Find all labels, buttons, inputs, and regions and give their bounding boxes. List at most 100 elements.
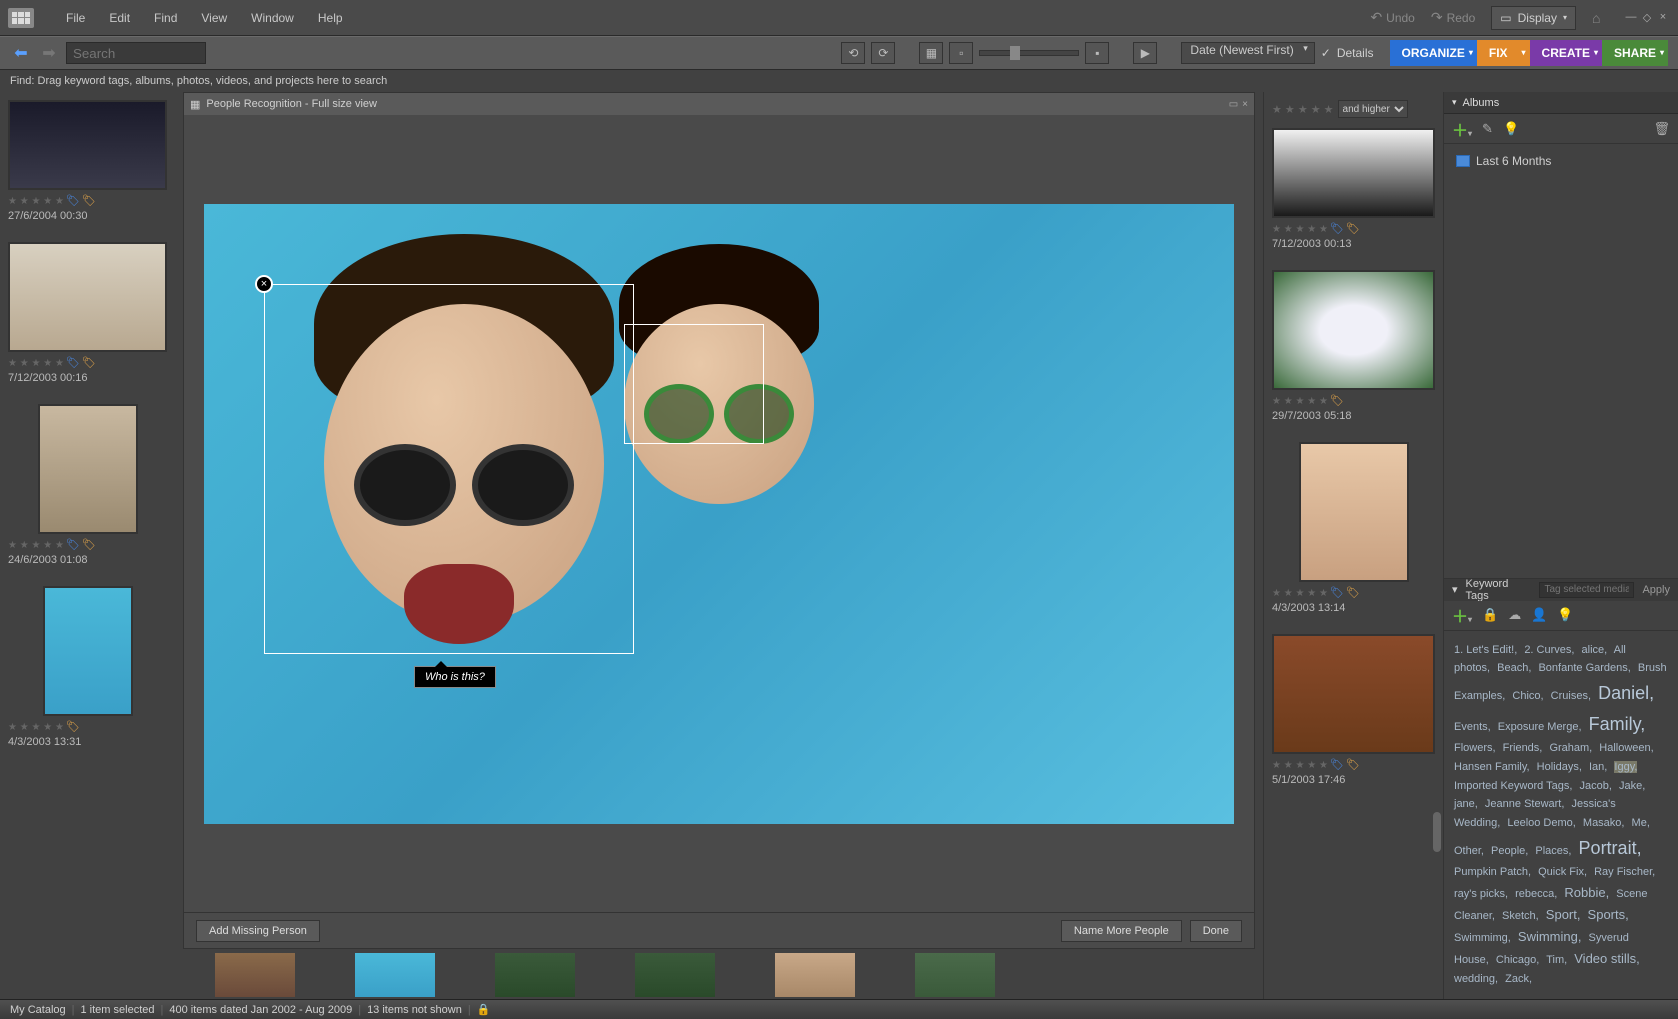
bulb-icon[interactable]: 💡 xyxy=(1503,121,1519,137)
menu-view[interactable]: View xyxy=(189,5,239,31)
keyword-tag[interactable]: Masako, xyxy=(1583,817,1625,829)
film-thumb[interactable] xyxy=(355,953,435,997)
thumbnail-item[interactable]: ★ ★ ★ ★ ★🏷🏷 24/6/2003 01:08 xyxy=(8,404,167,566)
film-thumb[interactable] xyxy=(775,953,855,997)
apply-button[interactable]: Apply xyxy=(1642,584,1670,596)
albums-panel-header[interactable]: ▾Albums xyxy=(1444,92,1678,114)
film-thumb[interactable] xyxy=(215,953,295,997)
keyword-tag[interactable]: Swimming, xyxy=(1518,929,1582,944)
redo-button[interactable]: ↷Redo xyxy=(1431,9,1475,26)
keyword-tag[interactable]: Video stills, xyxy=(1574,951,1640,966)
people-icon[interactable]: 👤 xyxy=(1531,607,1547,623)
keyword-tag[interactable]: Tim, xyxy=(1546,954,1567,966)
rating-filter-dropdown[interactable]: and higher xyxy=(1338,100,1408,118)
keyword-tag[interactable]: Ian, xyxy=(1589,761,1607,773)
find-hint-bar[interactable]: Find: Drag keyword tags, albums, photos,… xyxy=(0,70,1678,92)
trash-icon[interactable]: 🗑 xyxy=(1653,121,1670,137)
main-photo[interactable]: × Who is this? xyxy=(204,204,1234,824)
fullscreen-button[interactable]: ▶ xyxy=(1133,42,1157,64)
zoom-slider[interactable] xyxy=(979,50,1079,56)
keyword-tag[interactable]: Ray Fischer, xyxy=(1594,866,1655,878)
keyword-tag[interactable]: Iggy, xyxy=(1614,761,1637,773)
film-thumb[interactable] xyxy=(915,953,995,997)
thumbnail-item[interactable]: ★ ★ ★ ★ ★🏷🏷 7/12/2003 00:16 xyxy=(8,242,167,384)
keyword-tag[interactable]: Daniel, xyxy=(1598,683,1654,703)
keyword-tag[interactable]: Pumpkin Patch, xyxy=(1454,866,1531,878)
tab-share[interactable]: SHARE xyxy=(1602,40,1668,66)
grid-view-button[interactable]: ▦ xyxy=(919,42,943,64)
viewer-close-button[interactable]: × xyxy=(1242,99,1248,110)
face-box-close-button[interactable]: × xyxy=(255,275,273,293)
keyword-tag[interactable]: Cruises, xyxy=(1551,690,1591,702)
nav-back-button[interactable]: ⬅ xyxy=(10,43,32,63)
keyword-tag[interactable]: Imported Keyword Tags, xyxy=(1454,780,1572,792)
thumbnail-item[interactable]: ★ ★ ★ ★ ★🏷 29/7/2003 05:18 xyxy=(1272,270,1435,422)
restore-button[interactable]: ◇ xyxy=(1640,11,1654,24)
keyword-tag[interactable]: Other, xyxy=(1454,845,1484,857)
edit-icon[interactable]: ✎ xyxy=(1482,121,1493,137)
cloud-icon[interactable]: ☁ xyxy=(1508,607,1521,623)
film-thumb[interactable] xyxy=(635,953,715,997)
keyword-tag[interactable]: Jake, xyxy=(1619,780,1645,792)
keyword-tag[interactable]: Jacob, xyxy=(1579,780,1611,792)
nav-forward-button[interactable]: ➡ xyxy=(38,43,60,63)
minimize-button[interactable]: — xyxy=(1624,11,1638,24)
thumbnail-item[interactable]: ★ ★ ★ ★ ★🏷🏷 5/1/2003 17:46 xyxy=(1272,634,1435,786)
viewer-restore-button[interactable]: ▭ xyxy=(1229,99,1238,110)
rotate-right-button[interactable]: ⟳ xyxy=(871,42,895,64)
keyword-tag[interactable]: Me, xyxy=(1632,817,1650,829)
lock-icon[interactable]: 🔒 xyxy=(477,1003,491,1016)
keyword-tag[interactable]: Places, xyxy=(1535,845,1571,857)
keyword-tag[interactable]: rebecca, xyxy=(1515,888,1557,900)
sort-dropdown[interactable]: Date (Newest First) xyxy=(1181,42,1314,64)
close-button[interactable]: × xyxy=(1656,11,1670,24)
bulb-icon[interactable]: 💡 xyxy=(1557,607,1573,623)
album-item[interactable]: Last 6 Months xyxy=(1452,152,1670,170)
home-icon[interactable]: ⌂ xyxy=(1592,10,1608,26)
done-button[interactable]: Done xyxy=(1190,920,1242,942)
tab-organize[interactable]: ORGANIZE xyxy=(1390,40,1477,66)
tags-panel-header[interactable]: ▾ Keyword Tags Apply xyxy=(1444,579,1678,601)
menu-help[interactable]: Help xyxy=(306,5,355,31)
thumbnail-item[interactable]: ★ ★ ★ ★ ★🏷🏷 27/6/2004 00:30 xyxy=(8,100,167,222)
keyword-tag[interactable]: Holidays, xyxy=(1537,761,1582,773)
thumbnail-item[interactable]: ★ ★ ★ ★ ★🏷 4/3/2003 13:31 xyxy=(8,586,167,748)
menu-window[interactable]: Window xyxy=(239,5,306,31)
keyword-tag[interactable]: Friends, xyxy=(1503,742,1543,754)
keyword-tag[interactable]: alice, xyxy=(1582,644,1608,656)
undo-button[interactable]: ↶Undo xyxy=(1370,9,1414,26)
keyword-tag[interactable]: ray's picks, xyxy=(1454,888,1508,900)
add-missing-person-button[interactable]: Add Missing Person xyxy=(196,920,320,942)
face-detection-box[interactable]: × xyxy=(264,284,634,654)
add-tag-button[interactable]: ＋▾ xyxy=(1452,603,1472,627)
name-more-people-button[interactable]: Name More People xyxy=(1061,920,1182,942)
lock-icon[interactable]: 🔒 xyxy=(1482,607,1498,623)
keyword-tag[interactable]: People, xyxy=(1491,845,1528,857)
keyword-tag[interactable]: 1. Let's Edit!, xyxy=(1454,644,1517,656)
thumbnail-item[interactable]: ★ ★ ★ ★ ★🏷🏷 7/12/2003 00:13 xyxy=(1272,128,1435,250)
search-input[interactable] xyxy=(66,42,206,64)
keyword-tag[interactable]: Zack, xyxy=(1505,973,1532,985)
keyword-tag[interactable]: Family, xyxy=(1589,714,1646,734)
scrollbar-handle[interactable] xyxy=(1433,812,1441,852)
keyword-tag[interactable]: Sketch, xyxy=(1502,910,1539,922)
keyword-tag[interactable]: Graham, xyxy=(1549,742,1592,754)
keyword-tag[interactable]: Bonfante Gardens, xyxy=(1538,662,1630,674)
who-is-this-label[interactable]: Who is this? xyxy=(414,666,496,688)
menu-find[interactable]: Find xyxy=(142,5,189,31)
rating-filter[interactable]: ★ ★ ★ ★ ★ and higher xyxy=(1272,100,1435,118)
keyword-tag[interactable]: Sports, xyxy=(1588,907,1629,922)
thumbnail-item[interactable]: ★ ★ ★ ★ ★🏷🏷 4/3/2003 13:14 xyxy=(1272,442,1435,614)
details-checkbox[interactable]: ✓Details xyxy=(1321,46,1374,60)
large-thumb-icon[interactable]: ▪ xyxy=(1085,42,1109,64)
keyword-tag[interactable]: Exposure Merge, xyxy=(1498,721,1582,733)
keyword-tag[interactable]: 2. Curves, xyxy=(1524,644,1574,656)
keyword-tag[interactable]: jane, xyxy=(1454,798,1478,810)
menu-edit[interactable]: Edit xyxy=(97,5,142,31)
keyword-tag[interactable]: Swimmimg, xyxy=(1454,932,1511,944)
keyword-tag[interactable]: Beach, xyxy=(1497,662,1531,674)
keyword-tag[interactable]: Leeloo Demo, xyxy=(1507,817,1576,829)
display-dropdown[interactable]: ▭Display▾ xyxy=(1491,6,1576,30)
tab-fix[interactable]: FIX xyxy=(1477,40,1530,66)
keyword-tag[interactable]: wedding, xyxy=(1454,973,1498,985)
